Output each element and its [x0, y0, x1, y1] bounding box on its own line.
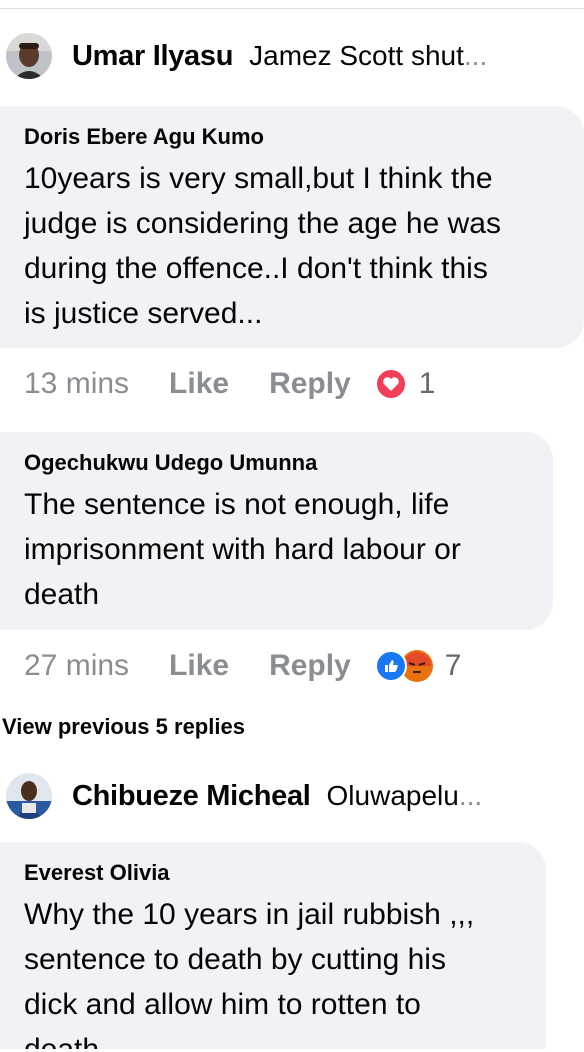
reply-snippet[interactable]: Oluwapelu... [327, 780, 576, 812]
comment-author[interactable]: Everest Olivia [24, 860, 522, 886]
like-button[interactable]: Like [169, 367, 229, 401]
comment-actions: 13 mins Like Reply 1 [24, 364, 435, 404]
avatar[interactable] [6, 33, 52, 79]
comment-line: 10years is very small,but I think the [24, 162, 493, 195]
comment-line: during the offence..I don't think this [24, 252, 488, 285]
comment-author[interactable]: Doris Ebere Agu Kumo [24, 124, 560, 150]
reaction-count[interactable]: 7 [445, 649, 462, 683]
top-divider [0, 8, 584, 9]
comment-text: Why the 10 years in jail rubbish ,,, sen… [24, 892, 522, 1052]
comment-line: imprisonment with hard labour or [24, 533, 461, 566]
reply-author-name[interactable]: Umar Ilyasu [72, 40, 233, 73]
comment-line: The sentence is not enough, life [24, 488, 450, 521]
comment-line: sentence to death by cutting his [24, 943, 446, 976]
comment-bubble[interactable]: Everest Olivia Why the 10 years in jail … [0, 842, 546, 1052]
ellipsis: ... [463, 40, 488, 71]
reply-button[interactable]: Reply [269, 367, 351, 401]
comment-author[interactable]: Ogechukwu Udego Umunna [24, 450, 529, 476]
reply-snippet-text: Oluwapelu [326, 780, 459, 811]
comment-bubble[interactable]: Ogechukwu Udego Umunna The sentence is n… [0, 432, 553, 630]
comment-text: The sentence is not enough, life impriso… [24, 482, 529, 617]
reply-snippet[interactable]: Jamez Scott shut... [249, 40, 576, 72]
ellipsis: ... [458, 780, 483, 811]
timestamp[interactable]: 13 mins [24, 367, 129, 401]
reaction-count[interactable]: 1 [419, 367, 436, 401]
comment-bubble[interactable]: Doris Ebere Agu Kumo 10years is very sma… [0, 106, 584, 348]
view-previous-replies-link[interactable]: View previous 5 replies [2, 714, 245, 740]
comment-actions: 27 mins Like Reply 7 [24, 646, 461, 686]
reply-preview-umar[interactable]: Umar Ilyasu Jamez Scott shut... [6, 30, 576, 82]
love-icon[interactable] [374, 368, 407, 400]
comment-line: judge is considering the age he was [24, 207, 501, 240]
comment-line: Why the 10 years in jail rubbish ,,, [24, 898, 475, 931]
comment-line: is justice served... [24, 297, 263, 330]
reply-author-name[interactable]: Chibueze Micheal [72, 780, 311, 813]
like-icon[interactable] [374, 650, 407, 682]
like-button[interactable]: Like [169, 649, 229, 683]
reply-snippet-text: Jamez Scott shut [249, 40, 464, 71]
comment-text: 10years is very small,but I think the ju… [24, 156, 560, 336]
reply-preview-chibueze[interactable]: Chibueze Micheal Oluwapelu... [6, 770, 576, 822]
comment-line: dick and allow him to rotten to [24, 988, 421, 1021]
comment-feed: Umar Ilyasu Jamez Scott shut... Doris Eb… [0, 0, 584, 1052]
timestamp[interactable]: 27 mins [24, 649, 129, 683]
comment-line: death [24, 578, 100, 611]
avatar[interactable] [6, 773, 52, 819]
reply-button[interactable]: Reply [269, 649, 351, 683]
